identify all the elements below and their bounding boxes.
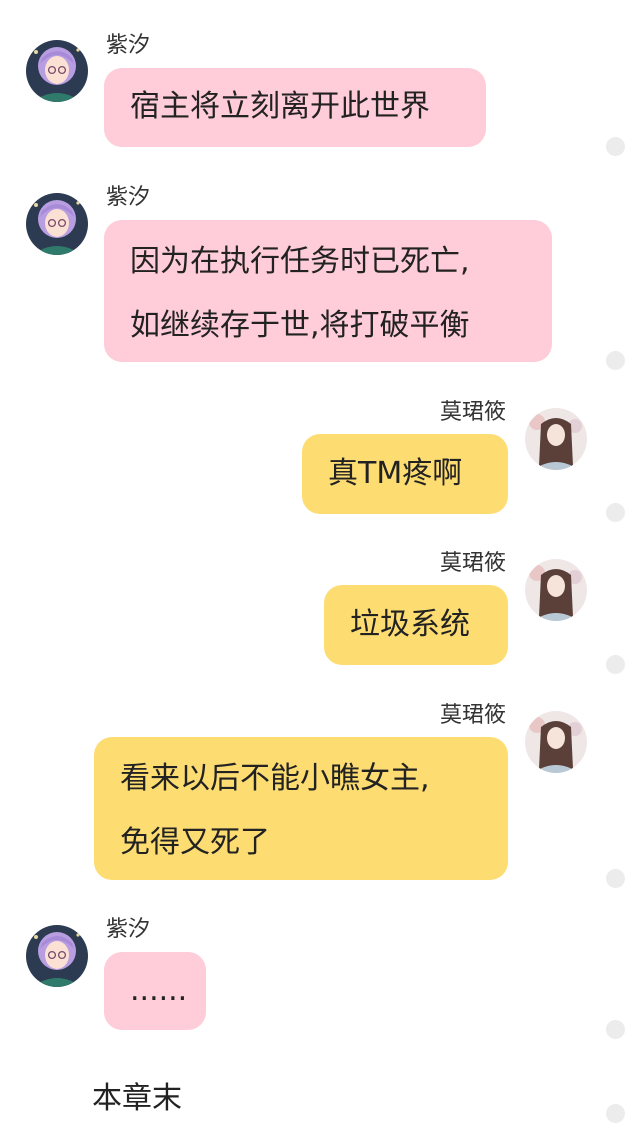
read-dot-icon xyxy=(606,655,625,674)
read-dot-icon xyxy=(606,1104,625,1123)
read-dot-icon xyxy=(606,137,625,156)
message-bubble[interactable]: 垃圾系统 xyxy=(324,585,508,665)
read-dot-icon xyxy=(606,1020,625,1039)
chapter-end-text: 本章末 xyxy=(92,1081,182,1116)
sender-name: 紫汐 xyxy=(106,33,151,58)
message-text: ...... xyxy=(130,973,188,1008)
sender-name: 紫汐 xyxy=(106,185,151,210)
message-text: 宿主将立刻离开此世界 xyxy=(130,89,430,124)
message-text: 垃圾系统 xyxy=(350,607,470,642)
read-dot-icon xyxy=(606,503,625,522)
message-bubble[interactable]: 因为在执行任务时已死亡, 如继续存于世,将打破平衡 xyxy=(104,220,552,362)
read-dot-icon xyxy=(606,351,625,370)
sender-name: 莫珺筱 xyxy=(439,400,506,425)
message-text: 因为在执行任务时已死亡, xyxy=(130,244,470,279)
avatar-right-icon[interactable] xyxy=(525,711,587,773)
message-bubble[interactable]: 看来以后不能小瞧女主, 免得又死了 xyxy=(94,737,508,880)
sender-name: 莫珺筱 xyxy=(439,703,506,728)
read-dot-icon xyxy=(606,869,625,888)
message-text: 看来以后不能小瞧女主, xyxy=(120,761,430,796)
avatar-left-icon[interactable] xyxy=(26,925,88,987)
message-text: 如继续存于世,将打破平衡 xyxy=(130,308,470,343)
sender-name: 莫珺筱 xyxy=(439,551,506,576)
avatar-left-icon[interactable] xyxy=(26,193,88,255)
avatar-right-icon[interactable] xyxy=(525,559,587,621)
message-text: 真TM疼啊 xyxy=(328,456,463,491)
sender-name: 紫汐 xyxy=(106,917,151,942)
avatar-left-icon[interactable] xyxy=(26,40,88,102)
message-bubble[interactable]: ...... xyxy=(104,952,206,1030)
message-text: 免得又死了 xyxy=(120,825,270,860)
message-bubble[interactable]: 宿主将立刻离开此世界 xyxy=(104,68,486,147)
message-bubble[interactable]: 真TM疼啊 xyxy=(302,434,508,514)
avatar-right-icon[interactable] xyxy=(525,408,587,470)
